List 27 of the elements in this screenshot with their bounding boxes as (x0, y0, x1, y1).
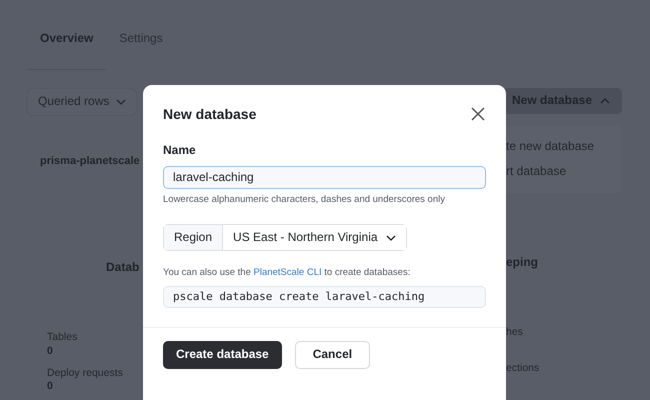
stat-label: hes (506, 326, 524, 340)
region-select[interactable]: Region US East - Northern Virginia (163, 224, 407, 252)
cli-link[interactable]: PlanetScale CLI (254, 267, 322, 278)
panel-title: eping (506, 254, 539, 270)
modal-title: New database (163, 105, 256, 124)
menu-item[interactable]: rt database (506, 159, 622, 185)
close-icon[interactable] (470, 106, 486, 122)
help-text: Lowercase alphanumeric characters, dashes and underscores only (163, 194, 446, 207)
field-label: Name (163, 143, 197, 159)
stat-value: 0 (47, 345, 54, 359)
stat-value: 0 (47, 380, 54, 394)
command-text: pscale database create laravel-caching (163, 286, 486, 308)
filter-dropdown[interactable]: Queried rows (27, 88, 137, 116)
cli-hint-text: You can also use the PlanetScale CLI to create databases: (163, 267, 412, 280)
name-input[interactable]: laravel-caching (163, 166, 486, 190)
create-button[interactable]: Create database (163, 340, 282, 369)
stat-label: Tables (47, 331, 78, 346)
panel-title: Datab (106, 260, 140, 276)
menu-item[interactable]: te new database (506, 134, 622, 160)
cancel-button[interactable]: Cancel (294, 340, 370, 369)
chevron-down-icon (116, 98, 126, 105)
tab[interactable]: Overview (27, 20, 106, 70)
stat-label: ections (506, 362, 540, 376)
stat-label: Deploy requests (47, 366, 124, 380)
chevron-up-icon (600, 98, 610, 104)
database-name[interactable]: prisma-planetscale (40, 154, 143, 168)
chevron-down-icon (386, 234, 396, 241)
